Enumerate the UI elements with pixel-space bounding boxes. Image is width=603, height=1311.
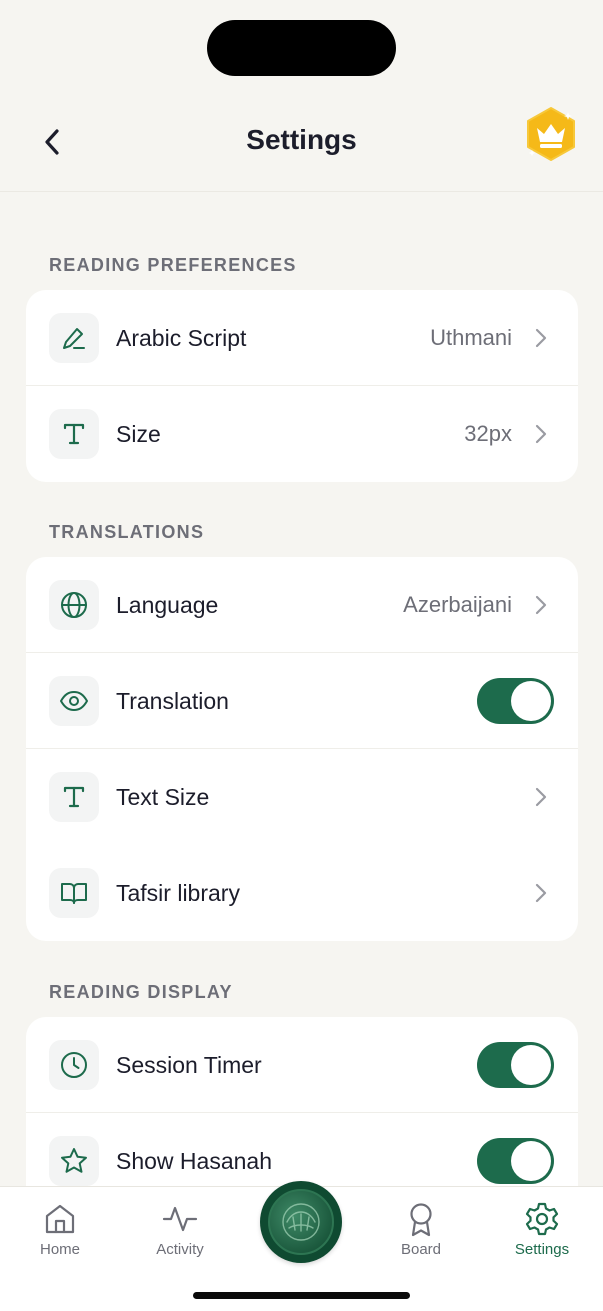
setting-label: Tafsir library xyxy=(116,879,240,906)
activity-icon xyxy=(162,1206,198,1232)
chevron-right-icon xyxy=(535,595,547,615)
setting-label: Arabic Script xyxy=(116,324,247,351)
show-hasanah-toggle[interactable] xyxy=(477,1138,554,1184)
setting-label: Translation xyxy=(116,687,229,714)
crown-icon xyxy=(527,107,575,161)
premium-badge[interactable] xyxy=(524,106,578,162)
tab-settings[interactable]: Settings xyxy=(487,1201,597,1258)
tab-label: Settings xyxy=(514,1241,570,1258)
setting-row-size[interactable]: Size 32px xyxy=(26,386,578,482)
tab-home[interactable]: Home xyxy=(5,1201,115,1258)
translations-card: Language Azerbaijani Translation Text Si… xyxy=(26,557,578,941)
home-indicator xyxy=(193,1292,410,1299)
tab-board[interactable]: Board xyxy=(366,1201,476,1258)
chevron-right-icon xyxy=(535,328,547,348)
setting-label: Language xyxy=(116,591,219,618)
toggle-knob xyxy=(511,1141,551,1181)
reading-preferences-card: Arabic Script Uthmani Size 32px xyxy=(26,290,578,482)
setting-label: Show Hasanah xyxy=(116,1147,272,1174)
section-label-reading-display: READING DISPLAY xyxy=(49,982,233,1002)
clock-icon xyxy=(49,1040,99,1090)
setting-row-language[interactable]: Language Azerbaijani xyxy=(26,557,578,653)
chevron-right-icon xyxy=(535,424,547,444)
setting-row-arabic-script[interactable]: Arabic Script Uthmani xyxy=(26,290,578,386)
quran-button[interactable] xyxy=(260,1181,342,1263)
gear-icon xyxy=(525,1202,559,1236)
setting-label: Session Timer xyxy=(116,1051,262,1078)
chevron-right-icon xyxy=(535,883,547,903)
star-icon xyxy=(49,1136,99,1186)
toggle-knob xyxy=(511,681,551,721)
session-timer-toggle[interactable] xyxy=(477,1042,554,1088)
toggle-knob xyxy=(511,1045,551,1085)
text-size-icon xyxy=(49,409,99,459)
globe-icon xyxy=(49,580,99,630)
setting-value: 32px xyxy=(464,421,512,446)
book-open-icon xyxy=(49,868,99,918)
tab-activity[interactable]: Activity xyxy=(125,1201,235,1258)
setting-row-tafsir-library[interactable]: Tafsir library xyxy=(26,845,578,941)
award-icon xyxy=(410,1203,432,1237)
dynamic-island xyxy=(207,20,396,76)
tab-label: Activity xyxy=(156,1241,204,1258)
page-title: Settings xyxy=(246,124,357,155)
setting-value: Azerbaijani xyxy=(403,592,512,617)
setting-value: Uthmani xyxy=(430,325,512,350)
section-label-translations: TRANSLATIONS xyxy=(49,522,205,542)
tab-label: Home xyxy=(39,1241,80,1258)
eye-icon xyxy=(49,676,99,726)
pencil-icon xyxy=(49,313,99,363)
text-size-icon xyxy=(49,772,99,822)
setting-label: Size xyxy=(116,420,161,447)
tab-label: Board xyxy=(400,1241,442,1258)
header: Settings xyxy=(0,92,603,192)
setting-label: Text Size xyxy=(116,783,210,810)
section-label-reading-preferences: READING PREFERENCES xyxy=(49,255,297,275)
chevron-right-icon xyxy=(535,787,547,807)
home-icon xyxy=(45,1204,75,1234)
quran-icon xyxy=(268,1189,334,1255)
setting-row-text-size[interactable]: Text Size xyxy=(26,749,578,845)
translation-toggle[interactable] xyxy=(477,678,554,724)
setting-row-session-timer: Session Timer xyxy=(26,1017,578,1113)
setting-row-translation: Translation xyxy=(26,653,578,749)
